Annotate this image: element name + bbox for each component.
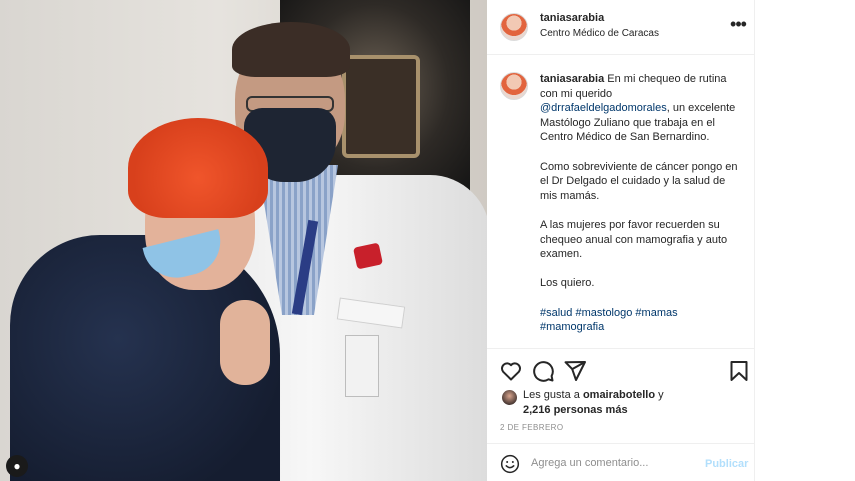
- caption-paragraph-2: Como sobreviviente de cáncer pongo en el…: [540, 160, 738, 202]
- caption-scroll-area[interactable]: taniasarabia En mi chequeo de rutina con…: [487, 55, 755, 348]
- more-options-icon[interactable]: •••: [727, 14, 749, 36]
- post-location[interactable]: Centro Médico de Caracas: [540, 28, 659, 39]
- likes-prefix: Les gusta a: [523, 389, 580, 401]
- page-margin: [756, 0, 855, 481]
- post-photo[interactable]: ●: [0, 0, 487, 481]
- id-badge: [345, 335, 379, 397]
- woman-red-hair: [128, 118, 268, 218]
- liker-avatar[interactable]: [502, 390, 517, 405]
- post-header: taniasarabia Centro Médico de Caracas ••…: [487, 0, 755, 55]
- likes-joiner: y: [658, 389, 664, 401]
- comment-input[interactable]: [531, 453, 691, 473]
- caption-paragraph-3: A las mujeres por favor recuerden su che…: [540, 218, 728, 261]
- send-icon[interactable]: [563, 359, 587, 383]
- caption-author-avatar[interactable]: [500, 72, 528, 100]
- comment-bar: Publicar: [487, 443, 755, 481]
- likes-count[interactable]: 2,216 personas más: [523, 404, 628, 416]
- woman-hand: [220, 300, 270, 385]
- likes-text: Les gusta a omairabotello y 2,216 person…: [523, 388, 743, 418]
- bookmark-icon[interactable]: [727, 359, 751, 383]
- hashtag-link[interactable]: #mastologo: [575, 307, 632, 319]
- liker-username[interactable]: omairabotello: [583, 389, 655, 401]
- hashtag-link[interactable]: #mamografia: [540, 321, 604, 333]
- comment-icon[interactable]: [531, 359, 555, 383]
- tagged-user-icon[interactable]: ●: [6, 455, 28, 477]
- likes-summary: Les gusta a omairabotello y 2,216 person…: [487, 386, 755, 420]
- post-timestamp[interactable]: 2 de febrero: [500, 423, 563, 432]
- post-side-panel: taniasarabia Centro Médico de Caracas ••…: [487, 0, 755, 481]
- doctor-mention-link[interactable]: @drrafaeldelgadomorales: [540, 102, 667, 114]
- caption-paragraph-4: Los quiero.: [540, 277, 595, 290]
- author-avatar[interactable]: [500, 13, 528, 41]
- caption-hashtags: #salud #mastologo #mamas #mamografia: [540, 306, 740, 335]
- post-caption: taniasarabia En mi chequeo de rutina con…: [540, 72, 740, 348]
- doctor-hair: [232, 22, 350, 77]
- hashtag-link[interactable]: #mamas: [635, 307, 677, 319]
- publish-comment-button[interactable]: Publicar: [705, 458, 748, 470]
- author-username[interactable]: taniasarabia: [540, 12, 604, 24]
- heart-icon[interactable]: [499, 359, 523, 383]
- caption-paragraph-1: taniasarabia En mi chequeo de rutina con…: [540, 72, 740, 145]
- emoji-icon[interactable]: [500, 454, 520, 474]
- caption-username[interactable]: taniasarabia: [540, 73, 604, 85]
- hashtag-link[interactable]: #salud: [540, 307, 572, 319]
